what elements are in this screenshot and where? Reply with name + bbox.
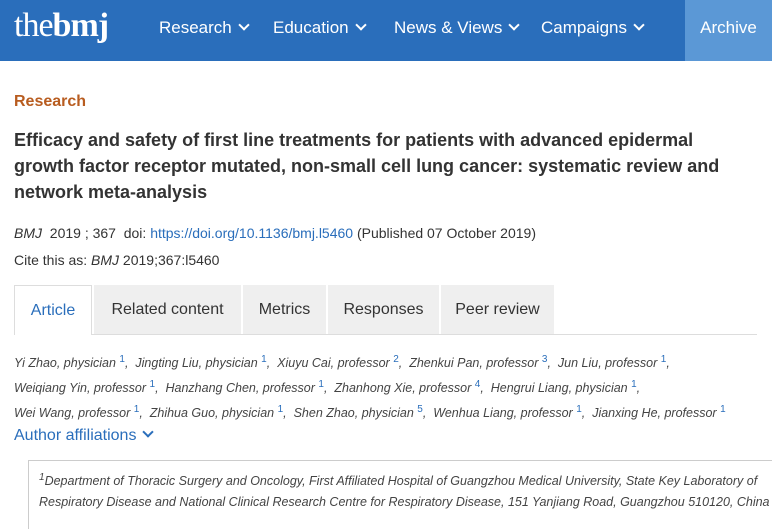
author[interactable]: Xiuyu Cai, professor 2 xyxy=(277,354,399,370)
author[interactable]: Zhenkui Pan, professor 3 xyxy=(409,354,547,370)
author[interactable]: Shen Zhao, physician 5 xyxy=(294,404,423,420)
cite-as-line: Cite this as: BMJ 2019;367:l5460 xyxy=(14,252,219,268)
tab-article[interactable]: Article xyxy=(14,285,92,335)
cite-as-label: Cite this as: xyxy=(14,252,88,268)
journal-name: BMJ xyxy=(14,225,42,241)
year-volume: 2019 ; 367 xyxy=(49,225,116,241)
author[interactable]: Weiqiang Yin, professor 1 xyxy=(14,379,155,395)
author[interactable]: Jianxing He, professor 1 xyxy=(592,404,725,420)
author-list: Yi Zhao, physician 1, Jingting Liu, phys… xyxy=(14,354,726,421)
author[interactable]: Wei Wang, professor 1 xyxy=(14,404,139,420)
author[interactable]: Wenhua Liang, professor 1 xyxy=(433,404,582,420)
affiliation-text: Department of Thoracic Surgery and Oncol… xyxy=(39,474,770,510)
article-section-label[interactable]: Research xyxy=(14,93,86,111)
doi-link[interactable]: https://doi.org/10.1136/bmj.l5460 xyxy=(150,225,353,241)
nav-news-views[interactable]: News & Views xyxy=(394,0,521,61)
chevron-down-icon xyxy=(142,426,155,438)
cite-reference: 2019;367:l5460 xyxy=(122,252,220,268)
tab-metrics[interactable]: Metrics xyxy=(243,285,326,335)
published-date: (Published 07 October 2019) xyxy=(356,225,536,241)
chevron-down-icon xyxy=(633,19,645,31)
nav-archive[interactable]: Archive xyxy=(685,0,772,61)
nav-education[interactable]: Education xyxy=(273,0,367,61)
tab-peer-review[interactable]: Peer review xyxy=(441,285,554,335)
bmj-logo[interactable]: thebmj xyxy=(14,6,109,46)
author[interactable]: Jun Liu, professor 1 xyxy=(558,354,666,370)
doi-label: doi: xyxy=(123,225,147,241)
author[interactable]: Hanzhang Chen, professor 1 xyxy=(166,379,324,395)
cite-journal: BMJ xyxy=(91,252,120,268)
nav-research[interactable]: Research xyxy=(159,0,250,61)
affiliation-panel: 1Department of Thoracic Surgery and Onco… xyxy=(28,460,772,529)
top-navigation: thebmj Research Education News & Views C… xyxy=(0,0,772,61)
citation-line: BMJ 2019 ; 367 doi: https://doi.org/10.1… xyxy=(14,225,536,241)
chevron-down-icon xyxy=(354,19,367,31)
chevron-down-icon xyxy=(508,19,521,31)
chevron-down-icon xyxy=(238,19,250,31)
nav-campaigns[interactable]: Campaigns xyxy=(541,0,645,61)
tab-related-content[interactable]: Related content xyxy=(94,285,241,335)
author[interactable]: Zhihua Guo, physician 1 xyxy=(150,404,283,420)
author[interactable]: Jingting Liu, physician 1 xyxy=(135,354,266,370)
author[interactable]: Yi Zhao, physician 1 xyxy=(14,354,125,370)
tab-responses[interactable]: Responses xyxy=(328,285,439,335)
author[interactable]: Zhanhong Xie, professor 4 xyxy=(334,379,480,395)
author-affiliations-toggle[interactable]: Author affiliations xyxy=(14,426,155,445)
author[interactable]: Hengrui Liang, physician 1 xyxy=(491,379,637,395)
article-title: Efficacy and safety of first line treatm… xyxy=(14,130,720,202)
tabs-divider xyxy=(92,334,757,335)
